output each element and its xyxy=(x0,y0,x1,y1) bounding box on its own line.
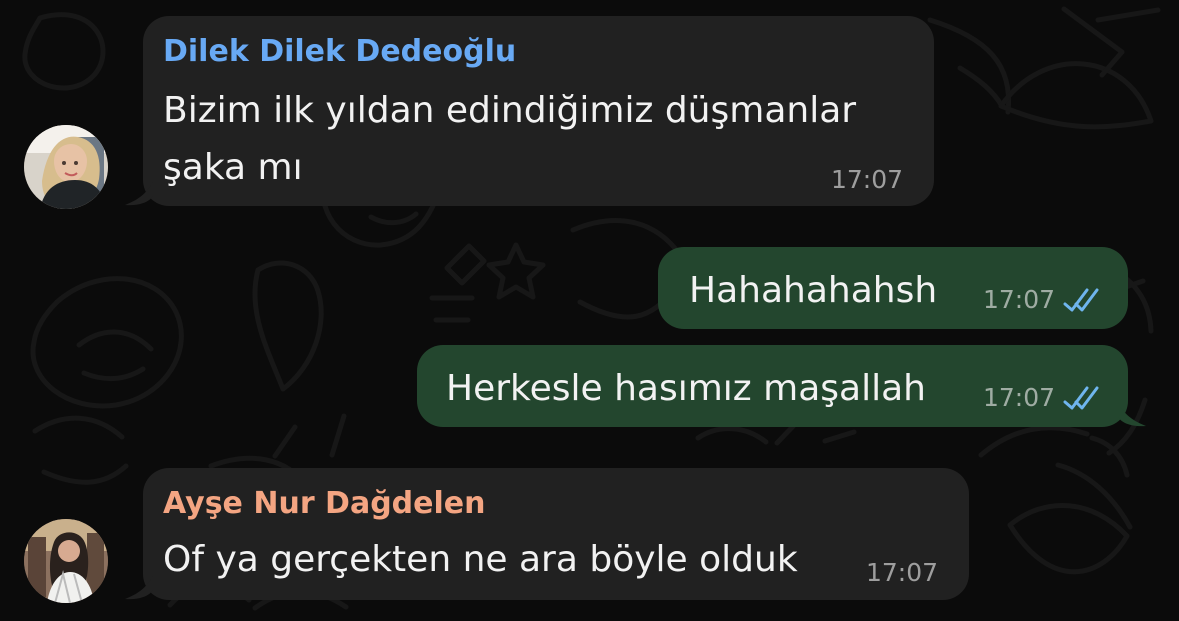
profile-photo-woman-icon xyxy=(24,519,108,603)
sender-name[interactable]: Ayşe Nur Dağdelen xyxy=(163,484,486,524)
bubble-tail xyxy=(125,576,153,600)
profile-photo-woman-headscarf-icon xyxy=(24,125,108,209)
bubble-tail xyxy=(125,182,153,206)
double-check-icon xyxy=(1063,288,1099,311)
message-time: 17:07 xyxy=(982,285,1055,314)
message-bubble-outgoing[interactable]: Herkesle hasımız maşallah 17:07 xyxy=(417,345,1146,427)
message-time: 17:07 xyxy=(830,165,903,194)
bubble-tail xyxy=(1118,403,1146,427)
avatar-ayse[interactable] xyxy=(24,519,108,603)
message-bubble-outgoing[interactable]: Hahahahahsh 17:07 xyxy=(658,247,1128,329)
message-text: Of ya gerçekten ne ara böyle olduk xyxy=(163,539,798,580)
message-time: 17:07 xyxy=(982,383,1055,412)
message-text: Herkesle hasımız maşallah xyxy=(446,368,926,409)
message-time: 17:07 xyxy=(865,558,938,587)
message-text: Hahahahahsh xyxy=(689,270,938,311)
message-bubble-incoming[interactable]: Dilek Dilek Dedeoğlu Bizim ilk yıldan ed… xyxy=(125,16,934,206)
message-meta: 17:07 xyxy=(983,383,1099,413)
message-bubble-incoming[interactable]: Ayşe Nur Dağdelen Of ya gerçekten ne ara… xyxy=(125,468,969,600)
sender-name[interactable]: Dilek Dilek Dedeoğlu xyxy=(163,32,516,72)
double-check-icon xyxy=(1063,386,1099,409)
message-meta: 17:07 xyxy=(831,165,903,195)
message-text: Bizim ilk yıldan edindiğimiz düşmanlar ş… xyxy=(163,90,857,188)
chat-thread: Dilek Dilek Dedeoğlu Bizim ilk yıldan ed… xyxy=(0,0,1179,621)
message-meta: 17:07 xyxy=(983,285,1099,315)
avatar-dilek[interactable] xyxy=(24,125,108,209)
message-meta: 17:07 xyxy=(866,558,938,588)
